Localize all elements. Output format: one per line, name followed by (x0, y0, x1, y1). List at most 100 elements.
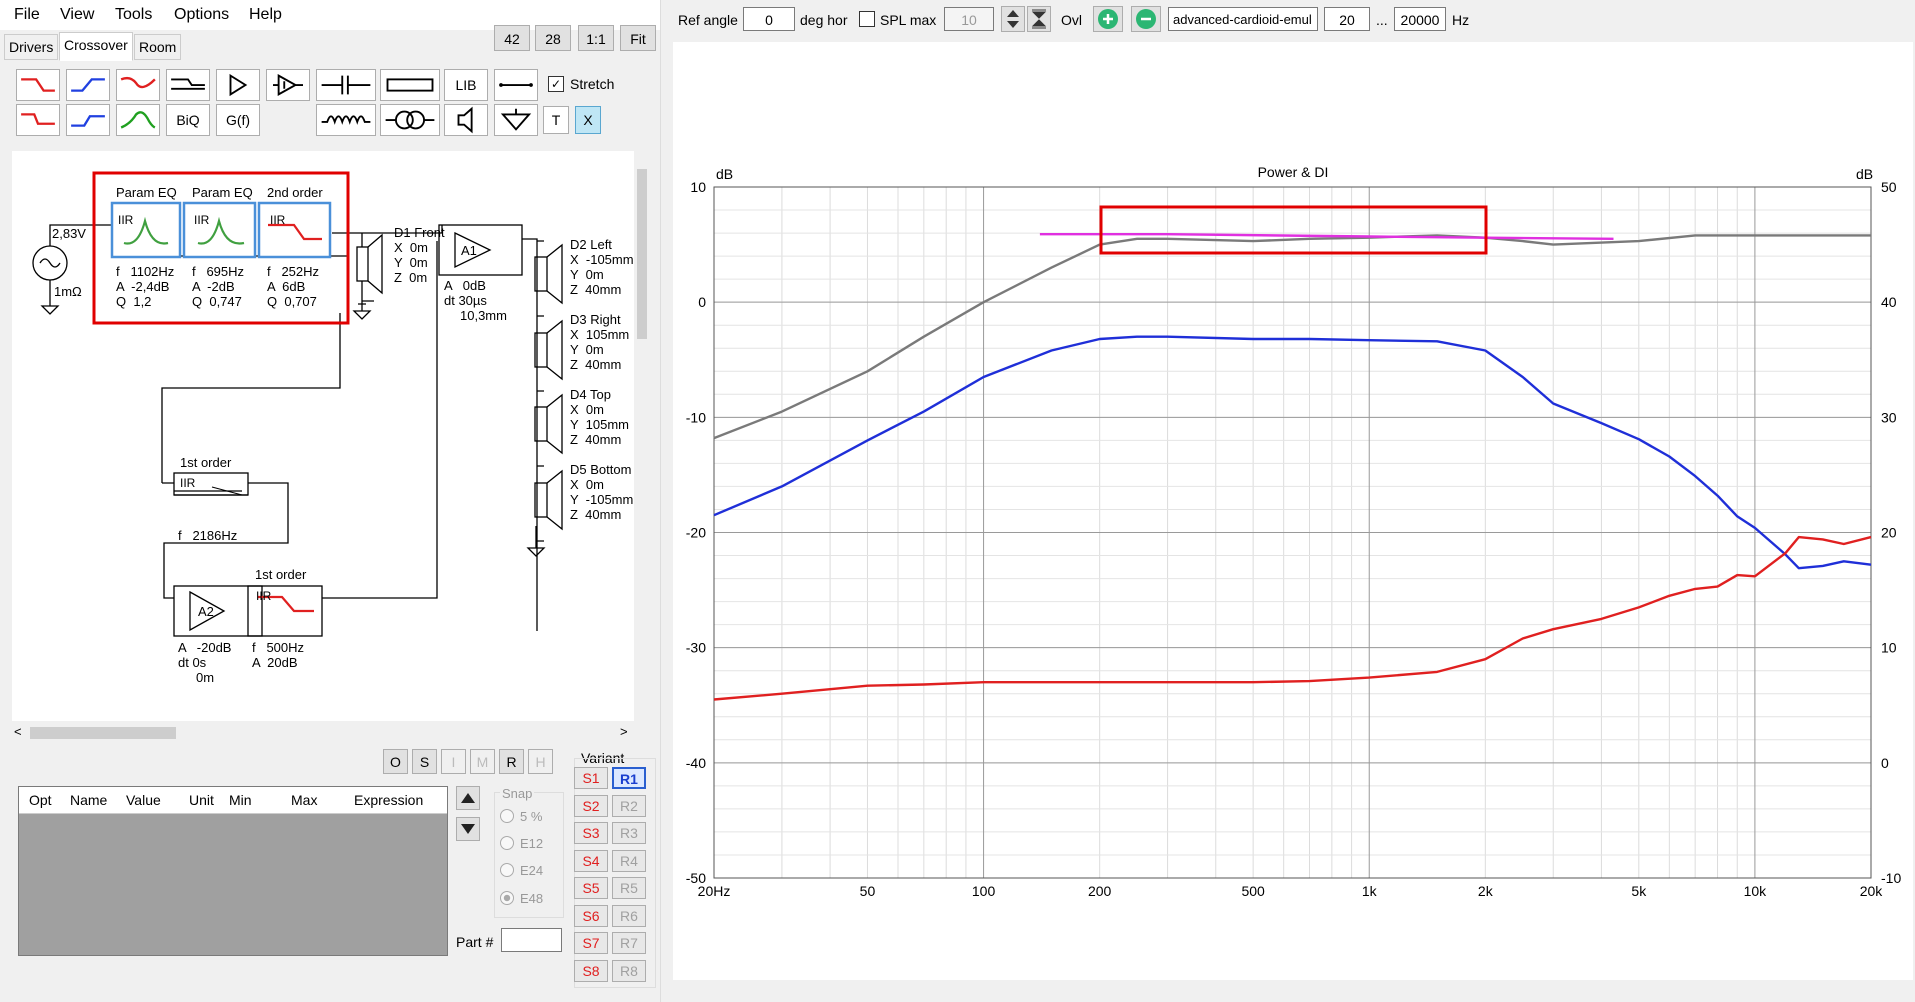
move-down-button[interactable] (456, 817, 480, 841)
variant-s1[interactable]: S1 (574, 767, 608, 789)
variant-s4[interactable]: S4 (574, 850, 608, 872)
speaker-tool[interactable] (444, 104, 488, 136)
variant-r4[interactable]: R4 (612, 850, 646, 872)
spl-max-checkbox[interactable] (859, 11, 875, 27)
schematic-vscroll[interactable] (634, 151, 650, 721)
col-opt[interactable]: Opt (29, 792, 52, 808)
highpass-blue-tool[interactable] (66, 69, 110, 101)
splitter[interactable] (660, 0, 669, 1002)
menu-file[interactable]: File (14, 6, 40, 24)
variant-s3[interactable]: S3 (574, 822, 608, 844)
transformer-tool[interactable] (380, 104, 440, 136)
ground-tool[interactable] (494, 104, 538, 136)
col-min[interactable]: Min (229, 792, 252, 808)
schematic-canvas[interactable]: 2,83V 1mΩ Param EQ IIR f 1102Hz A -2,4dB… (12, 151, 650, 721)
schematic-hscroll[interactable]: < > (12, 724, 634, 742)
snap-e12-radio[interactable]: E12 (500, 836, 543, 851)
hscroll-right-icon[interactable]: > (620, 724, 628, 739)
col-unit[interactable]: Unit (189, 792, 214, 808)
capacitor-tool[interactable] (316, 69, 376, 101)
lowpass-red-tool[interactable] (16, 69, 60, 101)
stretch-checkbox[interactable]: ✓ (548, 76, 564, 92)
ref-angle-input[interactable]: 0 (743, 7, 795, 31)
variant-r8[interactable]: R8 (612, 960, 646, 982)
add-overlay-button[interactable] (1093, 6, 1123, 32)
variant-r5[interactable]: R5 (612, 877, 646, 899)
snap-e48-radio[interactable]: E48 (500, 891, 543, 906)
col-name[interactable]: Name (70, 792, 107, 808)
move-up-button[interactable] (456, 786, 480, 810)
zoom-1-1-button[interactable]: 1:1 (578, 25, 614, 51)
variant-r3[interactable]: R3 (612, 822, 646, 844)
variant-r2[interactable]: R2 (612, 795, 646, 817)
opt-m-button[interactable]: M (470, 749, 495, 774)
wire-tool[interactable] (494, 69, 538, 101)
zoom-28-button[interactable]: 28 (535, 25, 571, 51)
freq-max-input[interactable]: 20000 (1394, 7, 1446, 31)
variant-s5[interactable]: S5 (574, 877, 608, 899)
eq3-q: Q 0,707 (267, 294, 317, 309)
zoom-fit-button[interactable]: Fit (620, 25, 656, 51)
snap-e24-label: E24 (520, 863, 544, 878)
amplifier-tool[interactable] (216, 69, 260, 101)
hscroll-thumb[interactable] (30, 727, 176, 739)
t-button[interactable]: T (543, 106, 569, 134)
menu-tools[interactable]: Tools (115, 6, 152, 24)
plus-circle-icon (1098, 9, 1118, 29)
tab-crossover[interactable]: Crossover (59, 32, 133, 61)
opt-h-button[interactable]: H (528, 749, 553, 774)
hscroll-left-icon[interactable]: < (14, 724, 22, 739)
x-button[interactable]: X (575, 106, 601, 134)
spl-spin-button[interactable] (1001, 6, 1025, 32)
snap-e24-radio[interactable]: E24 (500, 863, 543, 878)
speaker-icon (457, 106, 473, 134)
freq-min-input[interactable]: 20 (1324, 7, 1370, 31)
tab-drivers[interactable]: Drivers (4, 34, 59, 60)
menu-view[interactable]: View (60, 6, 94, 24)
spl-max-input[interactable]: 10 (944, 7, 994, 31)
schematic-wiring (32, 171, 563, 637)
part-input[interactable] (501, 928, 562, 952)
menu-options[interactable]: Options (174, 6, 229, 24)
gf-button[interactable]: G(f) (216, 104, 260, 136)
opt-s-button[interactable]: S (412, 749, 437, 774)
snap-5pct-radio[interactable]: 5 % (500, 809, 542, 824)
variant-s6[interactable]: S6 (574, 905, 608, 927)
bandpass-green-tool[interactable] (116, 104, 160, 136)
lowpass2-red-tool[interactable] (16, 104, 60, 136)
a2-delay: dt 0s (178, 655, 207, 670)
variant-r7[interactable]: R7 (612, 932, 646, 954)
eq3-title: 2nd order (267, 185, 323, 200)
vscroll-thumb[interactable] (637, 169, 647, 339)
notch-red-tool[interactable] (116, 69, 160, 101)
opt-r-button[interactable]: R (499, 749, 524, 774)
variant-r6[interactable]: R6 (612, 905, 646, 927)
shelf-tool[interactable] (166, 69, 210, 101)
variant-s2[interactable]: S2 (574, 795, 608, 817)
library-button[interactable]: LIB (444, 69, 488, 101)
menu-help[interactable]: Help (249, 6, 282, 24)
chart-panel[interactable]: 20Hz 50 100 200 500 1k 2k 5k 10k 20k 10 0 -10 -20 -30-… (673, 42, 1913, 980)
tab-room[interactable]: Room (134, 34, 182, 60)
variant-s7[interactable]: S7 (574, 932, 608, 954)
eq1-type: IIR (118, 213, 134, 227)
col-max[interactable]: Max (291, 792, 317, 808)
zoom-42-button[interactable]: 42 (494, 25, 530, 51)
opt-i-button[interactable]: I (441, 749, 466, 774)
highpass2-blue-tool[interactable] (66, 104, 110, 136)
biquad-button[interactable]: BiQ (166, 104, 210, 136)
col-expression[interactable]: Expression (354, 792, 423, 808)
opt-o-button[interactable]: O (383, 749, 408, 774)
collapse-button[interactable] (1027, 6, 1051, 32)
overlay-file-select[interactable]: advanced-cardioid-emul (1168, 7, 1318, 31)
inductor-tool[interactable] (316, 104, 376, 136)
resistor-tool[interactable] (380, 69, 440, 101)
variant-r1[interactable]: R1 (612, 767, 646, 789)
buffer-amp-tool[interactable] (266, 69, 310, 101)
variant-s8[interactable]: S8 (574, 960, 608, 982)
remove-overlay-button[interactable] (1131, 6, 1161, 32)
parameter-table[interactable]: Opt Name Value Unit Min Max Expression (18, 786, 448, 956)
col-value[interactable]: Value (126, 792, 161, 808)
power-di-chart[interactable]: 20Hz 50 100 200 500 1k 2k 5k 10k 20k100-10-20-30-… (673, 42, 1913, 980)
ref-angle-label: Ref angle (678, 12, 738, 28)
